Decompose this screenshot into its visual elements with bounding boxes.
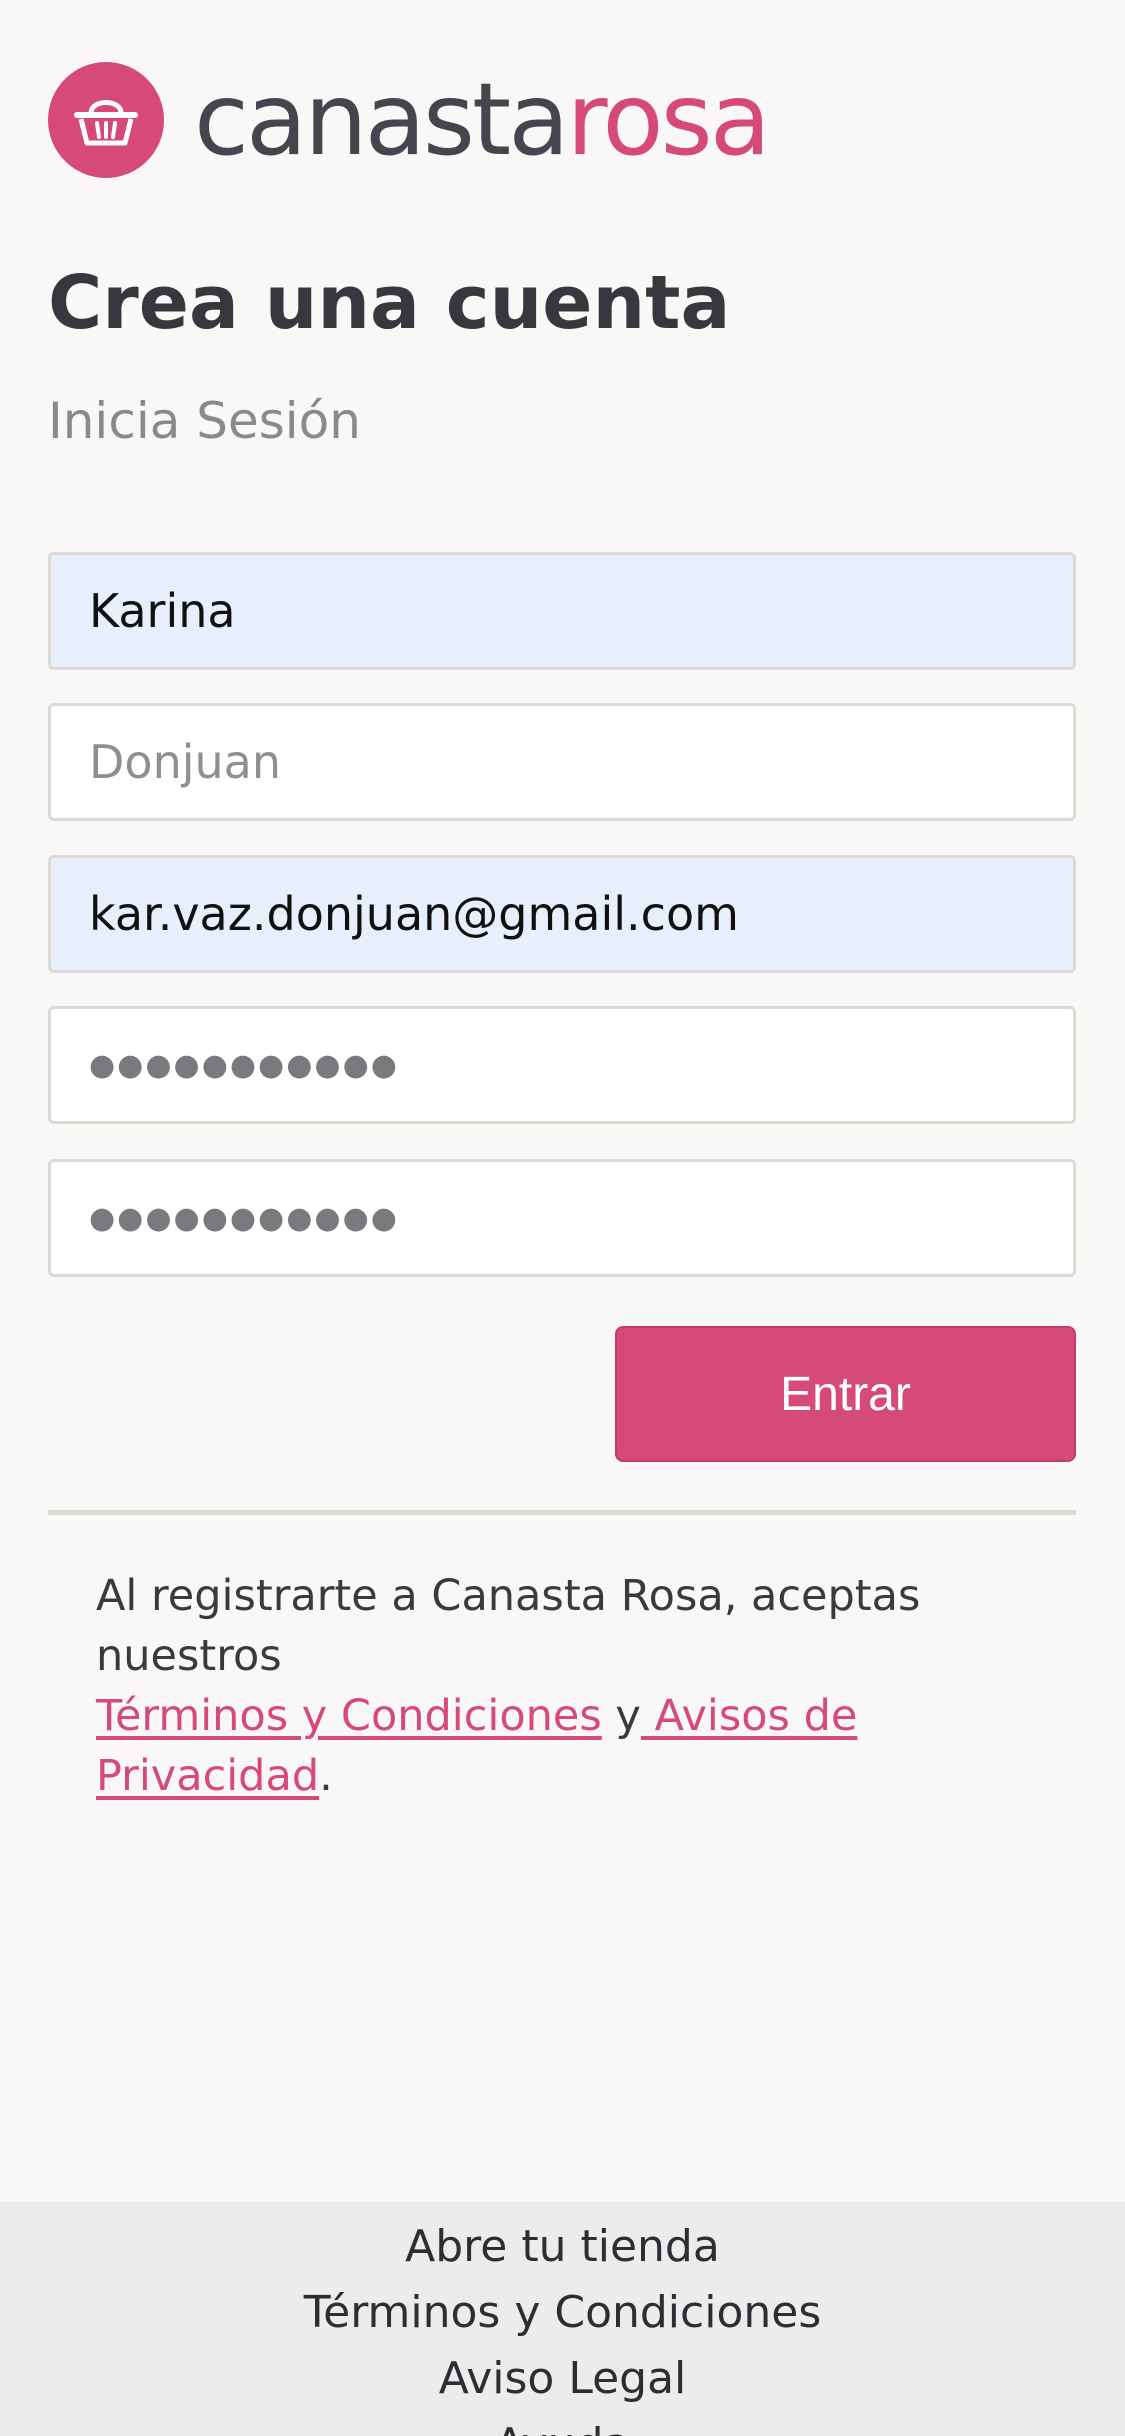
legal-suffix: . (319, 1751, 333, 1801)
brand-wordmark: canastarosa (194, 70, 771, 170)
last-name-field[interactable] (48, 703, 1076, 821)
page-title: Crea una cuenta (48, 260, 731, 346)
basket-icon (48, 62, 164, 178)
legal-prefix: Al registrarte a Canasta Rosa, aceptas n… (96, 1571, 921, 1681)
divider (48, 1510, 1076, 1515)
password-field[interactable] (48, 1006, 1076, 1124)
login-link[interactable]: Inicia Sesión (48, 390, 361, 452)
footer: Abre tu tienda Términos y Condiciones Av… (0, 2202, 1125, 2436)
submit-button[interactable]: Entrar (615, 1326, 1076, 1462)
brand-name-part-b: rosa (566, 61, 771, 178)
legal-connector: y (601, 1691, 641, 1741)
brand-logo[interactable]: canastarosa (48, 62, 771, 178)
password-confirm-field[interactable] (48, 1159, 1076, 1277)
brand-name-part-a: canasta (194, 61, 570, 178)
terms-link[interactable]: Términos y Condiciones (96, 1691, 602, 1741)
footer-link-legal[interactable]: Aviso Legal (0, 2346, 1125, 2412)
footer-links: Abre tu tienda Términos y Condiciones Av… (0, 2202, 1125, 2436)
first-name-field[interactable] (48, 552, 1076, 670)
legal-notice: Al registrarte a Canasta Rosa, aceptas n… (96, 1566, 996, 1806)
email-field[interactable] (48, 855, 1076, 973)
footer-link-open-store[interactable]: Abre tu tienda (0, 2214, 1125, 2280)
footer-link-help[interactable]: Ayuda (0, 2412, 1125, 2436)
footer-link-terms[interactable]: Términos y Condiciones (0, 2280, 1125, 2346)
